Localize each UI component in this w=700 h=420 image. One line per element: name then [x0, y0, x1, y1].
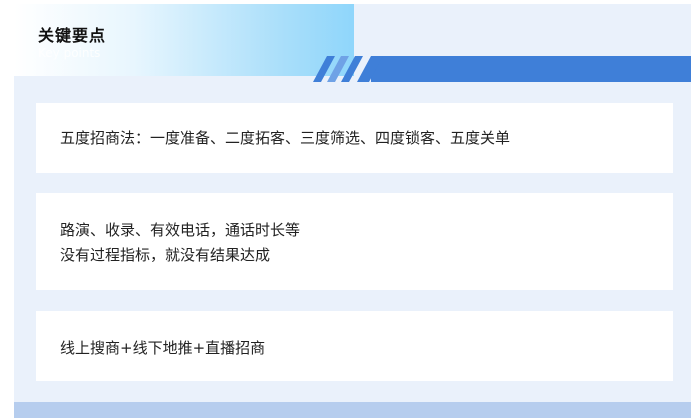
section-subtitle: Key points [38, 46, 101, 60]
point-card: 五度招商法：一度准备、二度拓客、三度筛选、四度锁客、五度关单 [36, 103, 673, 173]
header-tab: 关键要点 Key points [14, 4, 354, 76]
point-text: 线上搜商+线下地推+直播招商 [60, 339, 266, 357]
point-text: 没有过程指标，就没有结果达成 [60, 246, 271, 264]
section-title: 关键要点 [38, 26, 107, 45]
decorative-ribbon [313, 56, 691, 82]
point-text: 路演、收录、有效电话，通话时长等 [60, 221, 301, 239]
bottom-bar [14, 402, 691, 418]
point-text: 五度招商法：一度准备、二度拓客、三度筛选、四度锁客、五度关单 [60, 129, 511, 147]
point-card: 路演、收录、有效电话，通话时长等 没有过程指标，就没有结果达成 [36, 193, 673, 290]
point-card: 线上搜商+线下地推+直播招商 [36, 311, 673, 381]
